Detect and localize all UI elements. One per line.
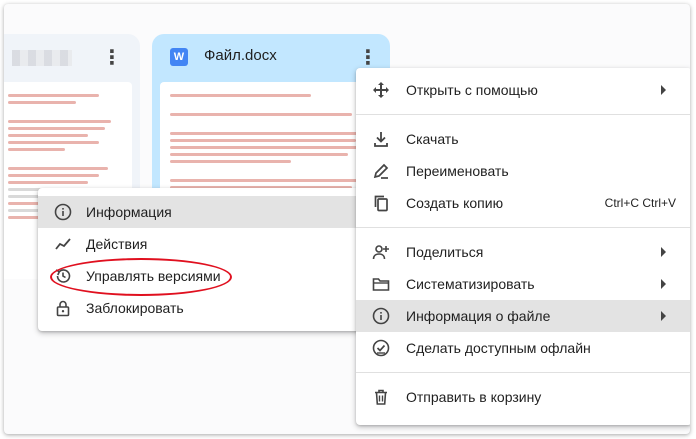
menu-item-share[interactable]: Поделиться (356, 236, 690, 268)
move-arrows-icon (372, 81, 390, 99)
submenu-item-label: Действия (86, 236, 148, 252)
menu-item-label: Сделать доступным офлайн (406, 340, 591, 356)
menu-item-label: Информация о файле (406, 308, 551, 324)
person-add-icon (372, 243, 390, 261)
folder-icon (372, 275, 390, 293)
menu-item-label: Создать копию (406, 195, 504, 211)
menu-item-move-to-trash[interactable]: Отправить в корзину (356, 381, 690, 413)
menu-divider (356, 372, 690, 373)
submenu-item-label: Информация (86, 204, 172, 220)
submenu-arrow-icon (661, 247, 666, 257)
drive-window: ⋮ W Файл.docx ⋮ Информация Действия Упра… (4, 4, 690, 434)
menu-item-download[interactable]: Скачать (356, 123, 690, 155)
submenu-item-activity[interactable]: Действия (38, 228, 360, 260)
more-options-icon[interactable]: ⋮ (102, 48, 122, 68)
menu-item-organize[interactable]: Систематизировать (356, 268, 690, 300)
menu-item-label: Открыть с помощью (406, 82, 538, 98)
submenu-arrow-icon (661, 279, 666, 289)
menu-item-label: Поделиться (406, 244, 484, 260)
menu-divider (356, 227, 690, 228)
info-icon (54, 203, 72, 221)
submenu-item-info[interactable]: Информация (38, 196, 360, 228)
submenu-arrow-icon (661, 85, 666, 95)
blurred-file-name (12, 50, 72, 66)
activity-icon (54, 235, 72, 253)
offline-check-icon (372, 339, 390, 357)
submenu-item-label: Заблокировать (86, 300, 184, 316)
menu-item-file-info[interactable]: Информация о файле (356, 300, 690, 332)
shortcut-hint: Ctrl+C Ctrl+V (604, 196, 676, 210)
annotation-highlight-ring (50, 258, 232, 296)
file-info-submenu: Информация Действия Управлять версиями З… (38, 188, 360, 331)
pencil-icon (372, 162, 390, 180)
info-icon (372, 307, 390, 325)
file-card-header: W Файл.docx ⋮ (152, 34, 390, 82)
menu-divider (356, 114, 690, 115)
menu-item-rename[interactable]: Переименовать (356, 155, 690, 187)
word-file-icon: W (170, 48, 188, 66)
lock-icon (54, 299, 72, 317)
menu-item-make-offline[interactable]: Сделать доступным офлайн (356, 332, 690, 364)
download-icon (372, 130, 390, 148)
submenu-item-lock[interactable]: Заблокировать (38, 292, 360, 324)
menu-item-label: Систематизировать (406, 276, 535, 292)
menu-item-label: Скачать (406, 131, 459, 147)
file-name: Файл.docx (204, 47, 277, 64)
copy-icon (372, 194, 390, 212)
menu-item-make-copy[interactable]: Создать копию Ctrl+C Ctrl+V (356, 187, 690, 219)
more-options-icon[interactable]: ⋮ (358, 48, 378, 68)
trash-icon (372, 388, 390, 406)
file-context-menu: Открыть с помощью Скачать Переименовать … (356, 68, 690, 425)
menu-item-label: Переименовать (406, 163, 509, 179)
submenu-arrow-icon (661, 311, 666, 321)
menu-item-open-with[interactable]: Открыть с помощью (356, 74, 690, 106)
menu-item-label: Отправить в корзину (406, 389, 542, 405)
file-card-header: ⋮ (4, 34, 140, 82)
